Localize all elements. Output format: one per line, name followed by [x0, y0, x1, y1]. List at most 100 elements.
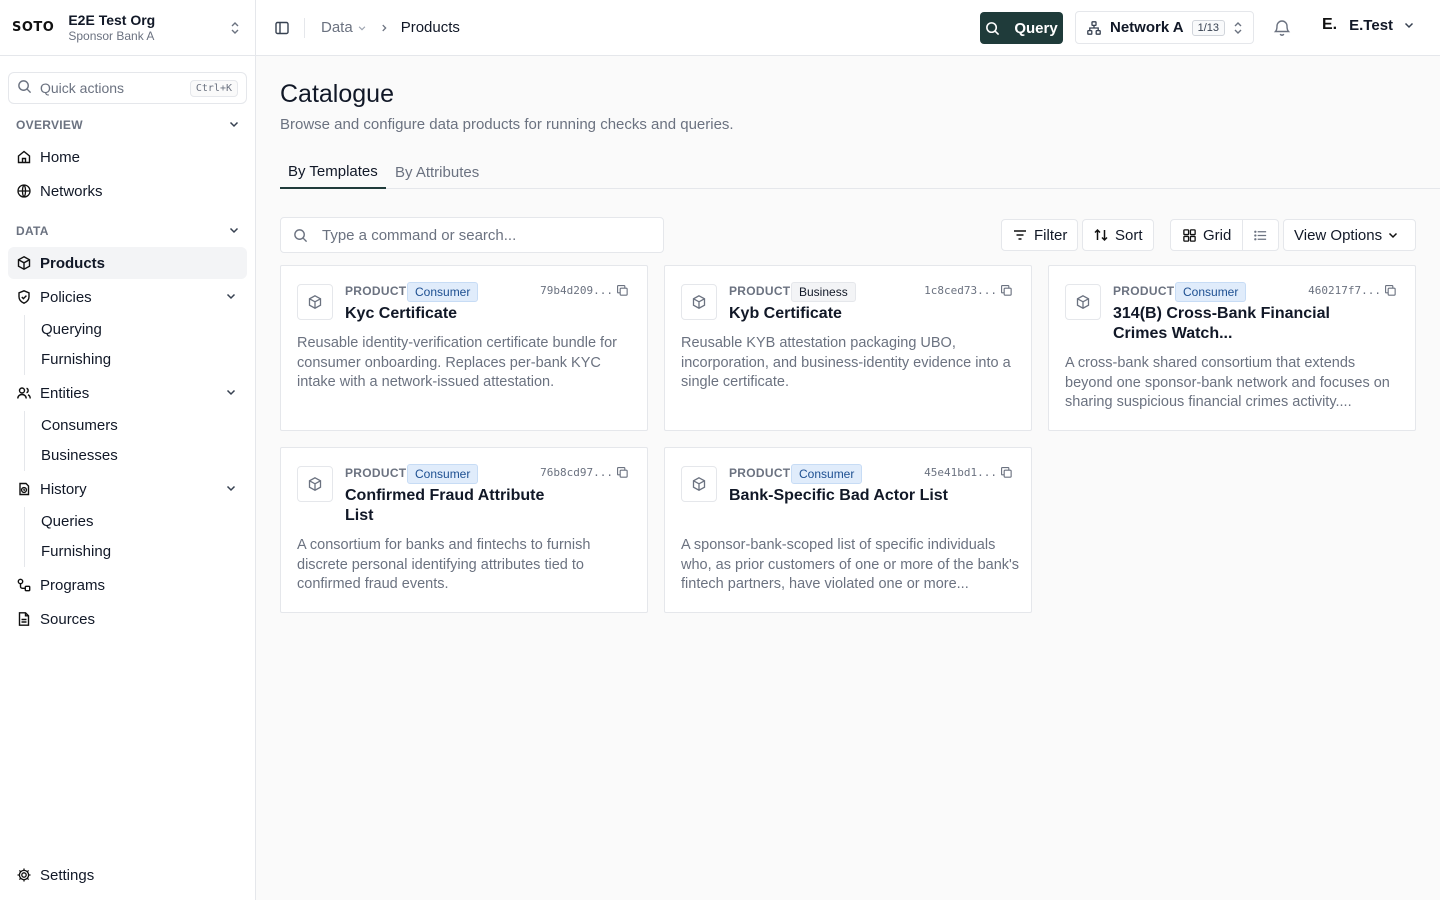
tab-by-attributes[interactable]: By Attributes: [395, 156, 479, 189]
quick-actions-button[interactable]: Quick actions Ctrl+K: [8, 72, 247, 104]
list-view-button[interactable]: [1243, 220, 1278, 250]
sidebar-toggle-icon[interactable]: [272, 18, 292, 38]
sidebar-item-settings[interactable]: Settings: [8, 859, 247, 891]
search-box: [280, 217, 664, 253]
quick-actions-label: Quick actions: [40, 80, 125, 96]
copy-icon[interactable]: [616, 466, 629, 479]
card-id: 1c8ced73...: [924, 284, 997, 297]
sidebar-item-consumers[interactable]: Consumers: [33, 411, 233, 439]
card-id: 76b8cd97...: [540, 466, 613, 479]
history-icon: [16, 481, 32, 497]
card-id: 79b4d209...: [540, 284, 613, 297]
org-switcher[interactable]: SOTO E2E Test Org Sponsor Bank A: [0, 0, 255, 56]
filter-icon: [1012, 227, 1034, 243]
tab-bar: By Templates By Attributes: [280, 156, 1440, 189]
globe-icon: [16, 183, 32, 199]
bell-icon[interactable]: [1272, 18, 1292, 41]
search-icon: [17, 79, 32, 97]
main-content: Catalogue Browse and configure data prod…: [256, 56, 1440, 900]
sidebar-item-label: Programs: [40, 576, 106, 594]
org-subtitle: Sponsor Bank A: [68, 28, 155, 43]
card-id: 45e41bd1...: [924, 466, 997, 479]
network-selector[interactable]: Network A 1/13: [1075, 11, 1254, 44]
tree-line: [24, 315, 25, 375]
user-menu[interactable]: E. E.Test: [1322, 16, 1415, 34]
chevron-down-icon: [228, 118, 240, 133]
sidebar-item-label: Home: [40, 148, 81, 166]
section-data-label: DATA: [16, 224, 49, 238]
segment-badge: Consumer: [1175, 282, 1247, 302]
org-name: E2E Test Org: [68, 11, 156, 28]
view-options-label: View Options: [1294, 226, 1383, 244]
card-kind: PRODUCT: [345, 284, 407, 298]
sidebar-item-home[interactable]: Home: [8, 141, 247, 173]
chevron-down-icon: [225, 289, 237, 306]
card-kind: PRODUCT: [729, 284, 791, 298]
page-subtitle: Browse and configure data products for r…: [280, 116, 734, 133]
card-title: Bank-Specific Bad Actor List: [729, 487, 949, 504]
copy-icon[interactable]: [1000, 284, 1013, 297]
divider: [304, 17, 305, 38]
sidebar-item-networks[interactable]: Networks: [8, 175, 247, 207]
package-icon: [297, 466, 333, 502]
section-data[interactable]: DATA: [16, 221, 240, 241]
card-description: Reusable KYB attestation packaging UBO, …: [681, 335, 1011, 390]
section-overview[interactable]: OVERVIEW: [16, 115, 240, 135]
search-icon: [985, 21, 1007, 36]
segment-badge: Consumer: [407, 282, 479, 302]
view-mode-toggle: Grid: [1170, 219, 1279, 251]
product-card[interactable]: PRODUCT Consumer 79b4d209... Kyc Certifi…: [280, 265, 648, 431]
package-icon: [297, 284, 333, 320]
package-icon: [681, 466, 717, 502]
copy-icon[interactable]: [1000, 466, 1013, 479]
sidebar-item-furnishing-history[interactable]: Furnishing: [33, 537, 233, 565]
product-card[interactable]: PRODUCT Consumer 76b8cd97... Confirmed F…: [280, 447, 648, 613]
chevrons-up-down-icon: [1233, 21, 1243, 35]
card-title: Kyc Certificate: [345, 305, 458, 322]
product-card[interactable]: PRODUCT Consumer 45e41bd1... Bank-Specif…: [664, 447, 1032, 613]
breadcrumb-current: Products: [400, 19, 460, 36]
breadcrumb-parent-label: Data: [321, 19, 353, 36]
chevron-down-icon: [357, 23, 367, 33]
card-kind: PRODUCT: [345, 466, 407, 480]
sort-button[interactable]: Sort: [1082, 219, 1154, 251]
sidebar-item-furnishing-policies[interactable]: Furnishing: [33, 345, 233, 373]
sidebar-item-policies[interactable]: Policies: [8, 281, 247, 313]
copy-icon[interactable]: [1384, 284, 1397, 297]
package-icon: [681, 284, 717, 320]
shortcut-hint: Ctrl+K: [189, 79, 238, 97]
view-options-button[interactable]: View Options: [1283, 219, 1416, 251]
query-button[interactable]: Query: [980, 12, 1063, 44]
workflow-icon: [16, 577, 32, 593]
breadcrumb-parent[interactable]: Data: [321, 19, 367, 36]
sidebar-item-querying[interactable]: Querying: [33, 315, 233, 343]
chevrons-up-down-icon: [227, 18, 243, 38]
sidebar-item-queries[interactable]: Queries: [33, 507, 233, 535]
sidebar-item-programs[interactable]: Programs: [8, 569, 247, 601]
chevron-down-icon: [1403, 19, 1415, 31]
sidebar-item-sources[interactable]: Sources: [8, 603, 247, 635]
grid-view-button[interactable]: Grid: [1171, 220, 1243, 250]
grid-label: Grid: [1203, 226, 1232, 244]
sidebar-item-history[interactable]: History: [8, 473, 247, 505]
sort-icon: [1093, 227, 1115, 243]
gear-icon: [16, 867, 32, 883]
sidebar-item-label: Policies: [40, 288, 92, 306]
search-icon: [293, 228, 308, 243]
sidebar-item-businesses[interactable]: Businesses: [33, 441, 233, 469]
filter-button[interactable]: Filter: [1001, 219, 1079, 251]
search-input[interactable]: [322, 226, 642, 244]
avatar: E.: [1322, 16, 1338, 33]
copy-icon[interactable]: [616, 284, 629, 297]
sidebar-item-entities[interactable]: Entities: [8, 377, 247, 409]
sort-label: Sort: [1115, 226, 1143, 244]
tab-by-templates[interactable]: By Templates: [280, 156, 386, 189]
sidebar-item-label: Sources: [40, 610, 96, 628]
page-title: Catalogue: [280, 80, 394, 108]
product-card[interactable]: PRODUCT Consumer 460217f7... 314(B) Cros…: [1048, 265, 1416, 431]
card-description: A cross-bank shared consortium that exte…: [1065, 355, 1390, 410]
sidebar-item-label: Networks: [40, 182, 103, 200]
sidebar-item-products[interactable]: Products: [8, 247, 247, 279]
package-icon: [16, 255, 32, 271]
product-card[interactable]: PRODUCT Business 1c8ced73... Kyb Certifi…: [664, 265, 1032, 431]
